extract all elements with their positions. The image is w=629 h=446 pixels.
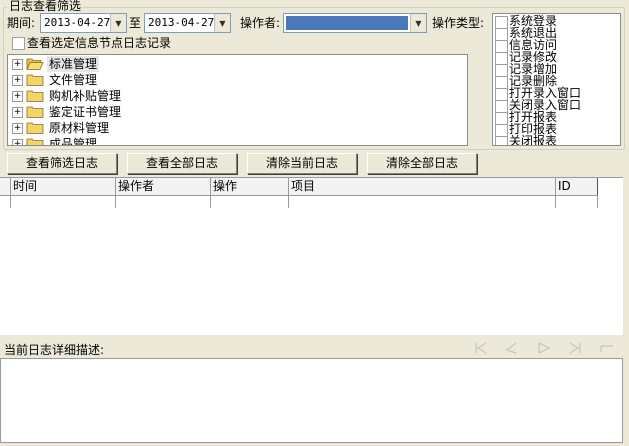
op-type-label-text: 关闭报表 (509, 134, 558, 146)
expand-icon[interactable]: + (12, 91, 23, 102)
grid-column-header[interactable]: 项目 (289, 178, 556, 196)
grid-column-header[interactable] (0, 178, 11, 196)
op-type-checkbox[interactable] (495, 136, 508, 145)
tree-item[interactable]: + 原材料管理 (8, 120, 308, 136)
end-date-picker[interactable]: 2013-04-27 ▼ (144, 13, 231, 33)
to-label: 至 (129, 16, 142, 30)
next-record-icon[interactable] (537, 342, 551, 354)
folder-icon (26, 138, 44, 145)
chevron-down-icon[interactable]: ▼ (110, 14, 126, 32)
grid-divider (210, 196, 211, 208)
info-node-tree[interactable]: + 标准管理 + 文件管理 + 购机补贴管理 + 鉴定证书管理 + 原材料管理 (7, 54, 468, 146)
grid-column-header[interactable]: ID (556, 178, 598, 196)
grid-divider (115, 196, 116, 208)
chevron-down-icon[interactable]: ▼ (214, 14, 230, 32)
clear-all-log-button[interactable]: 清除全部日志 (367, 153, 477, 174)
period-label: 期间: (7, 16, 36, 30)
grid-divider (10, 196, 11, 208)
tree-item-label: 成品管理 (49, 137, 98, 146)
expand-icon[interactable]: + (12, 59, 23, 70)
expand-icon[interactable]: + (12, 107, 23, 118)
grid-divider (288, 196, 289, 208)
tree-item-label: 原材料管理 (49, 121, 110, 135)
tree-item[interactable]: + 文件管理 (8, 72, 308, 88)
folder-icon (26, 106, 44, 118)
grid-column-header[interactable]: 时间 (11, 178, 116, 196)
grid-header-label: 操作者 (118, 179, 155, 193)
operator-select[interactable]: ▼ (283, 13, 427, 33)
folder-icon (26, 74, 44, 86)
view-filtered-log-button[interactable]: 查看筛选日志 (7, 153, 117, 174)
folder-icon (26, 90, 44, 102)
prev-record-icon[interactable] (504, 342, 518, 354)
grid-divider (555, 196, 556, 208)
expand-icon[interactable]: + (12, 139, 23, 145)
tree-item[interactable]: + 鉴定证书管理 (8, 104, 308, 120)
tree-item-label: 购机补贴管理 (49, 89, 122, 103)
operator-label: 操作者: (240, 16, 281, 30)
node-log-check-label: 查看选定信息节点日志记录 (27, 36, 172, 50)
expand-icon[interactable]: + (12, 123, 23, 134)
start-date-picker[interactable]: 2013-04-27 ▼ (40, 13, 127, 33)
folder-icon (26, 122, 44, 134)
last-record-icon[interactable] (568, 342, 582, 354)
tree-item-label: 鉴定证书管理 (49, 105, 122, 119)
op-type-item[interactable]: 关闭报表 (493, 134, 618, 146)
folder-open-icon (26, 58, 44, 70)
node-log-checkbox[interactable] (12, 37, 25, 50)
tree-item-label: 文件管理 (49, 73, 98, 87)
tree-item[interactable]: + 购机补贴管理 (8, 88, 308, 104)
grid-header-label: ID (558, 179, 571, 193)
grid-header-label: 操作 (213, 179, 238, 193)
detail-label: 当前日志详细描述: (4, 343, 105, 357)
grid-header-label: 时间 (13, 179, 38, 193)
op-type-label: 操作类型: (432, 16, 485, 30)
grid-divider (597, 196, 598, 208)
cancel-record-icon[interactable] (600, 342, 614, 354)
end-date-value: 2013-04-27 (148, 16, 215, 29)
log-grid[interactable]: 时间 操作者 操作 项目 ID (0, 177, 623, 335)
tree-item[interactable]: + 标准管理 (8, 56, 308, 72)
detail-textarea[interactable] (0, 358, 623, 443)
first-record-icon[interactable] (474, 342, 488, 354)
expand-icon[interactable]: + (12, 75, 23, 86)
operator-selected-fill (286, 16, 408, 30)
view-all-log-button[interactable]: 查看全部日志 (127, 153, 237, 174)
tree-item-label: 标准管理 (47, 56, 100, 72)
clear-current-log-button[interactable]: 清除当前日志 (247, 153, 357, 174)
tree-item[interactable]: + 成品管理 (8, 136, 308, 146)
grid-header-label: 项目 (291, 179, 316, 193)
start-date-value: 2013-04-27 (44, 16, 111, 29)
filter-group-title: 日志查看筛选 (7, 0, 84, 13)
op-type-checklist[interactable]: 系统登录 系统退出 信息访问 记录修改 记录增加 记录删除 打开录入窗口 关闭录… (492, 13, 621, 146)
grid-column-header[interactable]: 操作者 (116, 178, 211, 196)
grid-column-header[interactable]: 操作 (211, 178, 289, 196)
chevron-down-icon[interactable]: ▼ (410, 14, 426, 32)
